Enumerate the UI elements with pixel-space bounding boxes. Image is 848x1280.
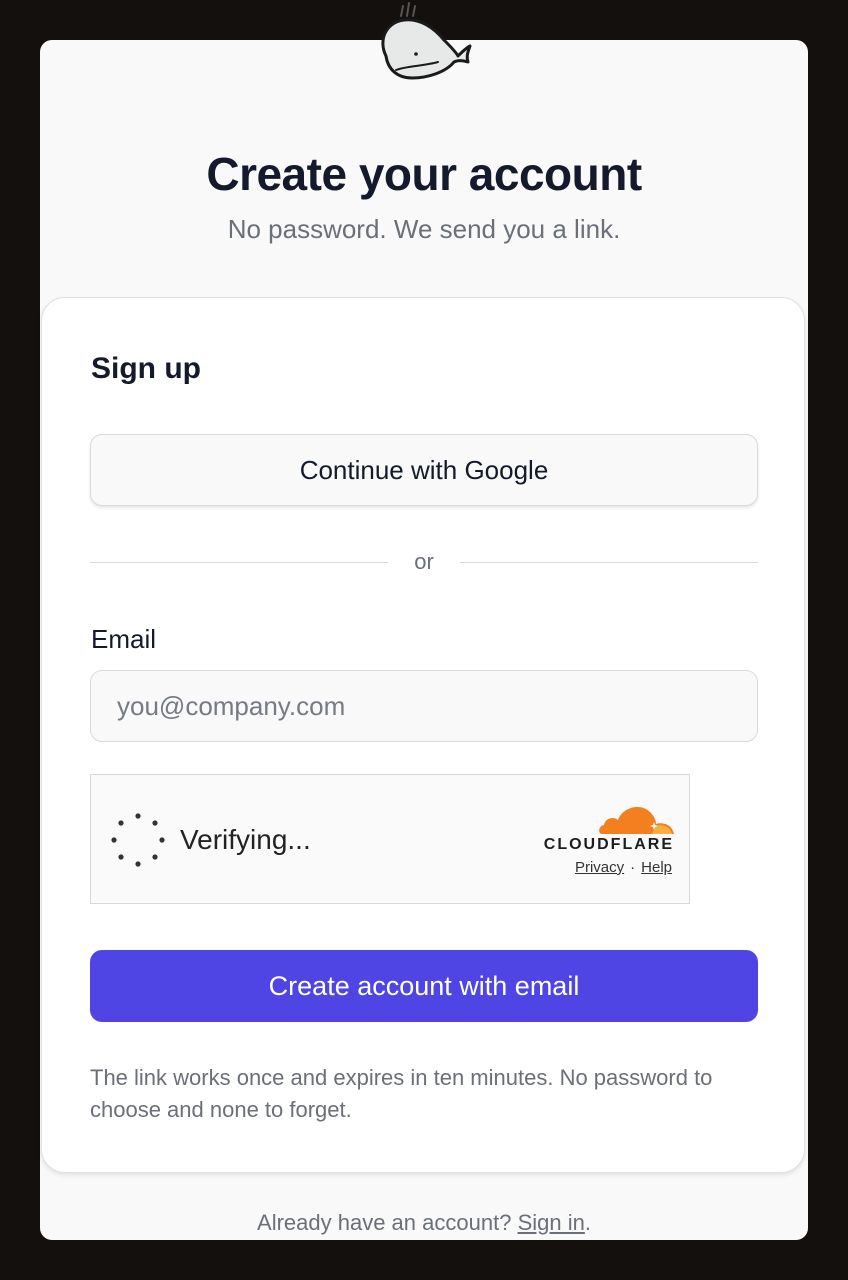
page-title: Create your account [206,148,642,200]
page-subtitle: No password. We send you a link. [227,214,621,244]
privacy-link[interactable]: Privacy [575,859,624,876]
sign-in-link[interactable]: Sign in [518,1210,585,1235]
cloudflare-wordmark: CLOUDFLARE [543,836,674,853]
continue-with-google-button[interactable]: Continue with Google [90,434,758,506]
email-label: Email [91,624,157,654]
whale-icon [381,2,472,80]
captcha-links: Privacy · Help [520,858,672,878]
link-expiry-note: The link works once and expires in ten m… [90,1065,713,1122]
footer-period: . [584,1210,591,1235]
create-account-button[interactable]: Create account with email [90,950,758,1022]
email-input[interactable] [90,670,758,742]
signup-heading: Sign up [91,352,201,385]
link-separator: · [630,859,636,876]
footer-prompt: Already have an account? [257,1210,512,1235]
divider-text: or [414,549,434,574]
captcha-status: Verifying... [180,824,311,855]
divider-line-left [90,562,388,563]
footer-signin: Already have an account? Sign in. [0,1208,848,1238]
cloudflare-logo-icon [599,806,674,834]
divider-line-right [460,562,758,563]
help-link[interactable]: Help [641,859,672,876]
loading-spinner-icon [111,813,165,867]
